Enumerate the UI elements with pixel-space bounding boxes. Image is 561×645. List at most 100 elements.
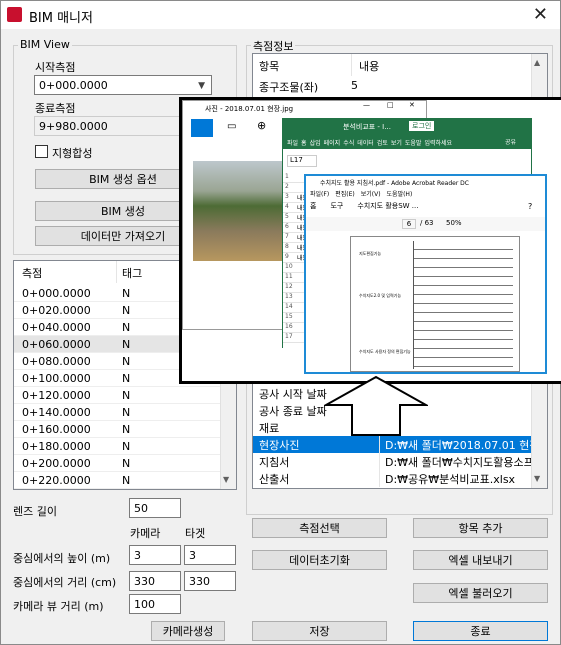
station-row[interactable]: 0+140.0000 N xyxy=(14,404,220,421)
pdf-group-1: 지도편집기능 xyxy=(359,251,382,256)
info-row[interactable]: 현장사진 D:₩새 폴더₩2018.07.01 현장.jpg xyxy=(253,436,547,453)
excel-menu-item[interactable]: 검토 xyxy=(377,138,388,147)
tag-cell: N xyxy=(122,287,131,300)
terrain-checkbox[interactable] xyxy=(35,145,48,158)
excel-row-number: 12 xyxy=(285,283,293,290)
excel-row-number: 6 xyxy=(285,223,289,230)
excel-menu-item[interactable]: 도움말 xyxy=(405,138,422,147)
pdf-tab[interactable]: 수치지도 활용SW ... xyxy=(357,201,418,215)
bim-view-label: BIM View xyxy=(18,38,72,51)
station-header[interactable]: 측점 xyxy=(22,265,42,281)
pdf-window: 수치지도 활용 지침서.pdf - Adobe Acrobat Reader D… xyxy=(304,174,547,374)
station-cell: 0+160.0000 xyxy=(22,423,91,436)
close-icon[interactable]: ✕ xyxy=(409,101,415,109)
lens-input[interactable]: 50 xyxy=(129,498,181,518)
title-bar: BIM 매니저 ✕ xyxy=(1,1,560,29)
pdf-page: 지도편집기능 수치지도2.0 및 입력기능 수치지도 사용자 정의 편집기능 xyxy=(350,236,520,372)
station-cell: 0+180.0000 xyxy=(22,440,91,453)
pdf-zoom[interactable]: 50% xyxy=(446,219,462,227)
excel-menu-item[interactable]: 페이지 xyxy=(324,138,341,147)
info-row[interactable]: 지침서 D:₩새 폴더₩수치지도활용소프트. xyxy=(253,453,547,470)
excel-menu-item[interactable]: 파일 xyxy=(287,138,298,147)
start-station-select[interactable]: 0+000.0000 ▼ xyxy=(34,75,212,95)
excel-name-box[interactable]: L17 xyxy=(287,155,317,167)
view-distance-input[interactable]: 100 xyxy=(129,594,181,614)
row-divider xyxy=(14,488,220,489)
info-item-cell: 산출서 xyxy=(259,472,290,486)
scroll-up-icon[interactable]: ▲ xyxy=(534,58,540,67)
station-row[interactable]: 0+200.0000 N xyxy=(14,455,220,472)
station-cell: 0+020.0000 xyxy=(22,304,91,317)
tag-cell: N xyxy=(122,440,131,453)
info-item-cell: 공사 종료 날짜 xyxy=(259,404,327,418)
excel-menu-item[interactable]: 보기 xyxy=(391,138,402,147)
height-camera-input[interactable]: 3 xyxy=(129,545,181,565)
info-row[interactable]: 산출서 D:₩공유₩분석비교표.xlsx xyxy=(253,470,531,487)
excel-row-number: 1 xyxy=(285,173,289,180)
info-value-cell: D:₩새 폴더₩수치지도활용소프트. xyxy=(385,455,548,469)
start-station-value: 0+000.0000 xyxy=(39,78,108,92)
excel-row-number: 7 xyxy=(285,233,289,240)
excel-row-number: 2 xyxy=(285,183,289,190)
station-cell: 0+140.0000 xyxy=(22,406,91,419)
header-divider xyxy=(116,261,117,283)
pdf-menu-item[interactable]: 도움말(H) xyxy=(387,189,413,200)
excel-row-number: 9 xyxy=(285,253,289,260)
add-item-button[interactable]: 항목 추가 xyxy=(413,518,548,538)
item-header[interactable]: 항목 xyxy=(259,58,279,74)
excel-import-button[interactable]: 엑셀 불러오기 xyxy=(413,583,548,603)
excel-share[interactable]: 공유 xyxy=(505,137,516,146)
zoom-icon[interactable]: ⊕ xyxy=(257,119,266,132)
excel-menu-item[interactable]: 수식 xyxy=(343,138,354,147)
excel-menu-item[interactable]: 삽입 xyxy=(310,138,321,147)
distance-target-input[interactable]: 330 xyxy=(184,571,236,591)
close-icon[interactable]: ✕ xyxy=(533,4,548,25)
distance-camera-input[interactable]: 330 xyxy=(129,571,181,591)
excel-menu-item[interactable]: 홈 xyxy=(301,138,307,147)
exit-button[interactable]: 종료 xyxy=(413,621,548,641)
pdf-tabs: 홈 도구 수치지도 활용SW ... xyxy=(310,201,520,215)
tag-cell: N xyxy=(122,406,131,419)
pdf-menu-item[interactable]: 보기(V) xyxy=(361,189,381,200)
station-row[interactable]: 0+220.0000 N xyxy=(14,472,220,489)
minimize-icon[interactable]: — xyxy=(363,101,370,109)
pdf-menu-item[interactable]: 파일(F) xyxy=(310,189,329,200)
pdf-group-2: 수치지도2.0 및 입력기능 xyxy=(359,293,402,298)
slideshow-icon[interactable]: ▭ xyxy=(227,121,236,132)
excel-menu-item[interactable]: 입력하세요 xyxy=(424,138,452,147)
station-row[interactable]: 0+180.0000 N xyxy=(14,438,220,455)
excel-login-button[interactable]: 로그인 xyxy=(409,121,435,131)
pdf-menu-item[interactable]: 편집(E) xyxy=(335,189,355,200)
pdf-page-input[interactable]: 6 xyxy=(402,219,416,229)
reset-data-button[interactable]: 데이터초기화 xyxy=(252,550,387,570)
tag-header[interactable]: 태그 xyxy=(122,265,142,281)
scroll-down-icon[interactable]: ▼ xyxy=(223,475,229,484)
scroll-down-icon[interactable]: ▼ xyxy=(534,474,540,483)
distance-label: 중심에서의 거리 (cm) xyxy=(13,576,117,589)
pdf-table-lines xyxy=(413,241,513,369)
pdf-tab[interactable]: 도구 xyxy=(330,201,343,215)
excel-row-number: 3 xyxy=(285,193,289,200)
camera-create-button[interactable]: 카메라생성 xyxy=(151,621,225,641)
image-icon[interactable] xyxy=(191,119,213,137)
tag-cell: N xyxy=(122,321,131,334)
info-item-cell: 공사 시작 날짜 xyxy=(259,387,327,401)
station-cell: 0+100.0000 xyxy=(22,372,91,385)
station-row[interactable]: 0+120.0000 N xyxy=(14,387,220,404)
excel-row-number: 11 xyxy=(285,273,293,280)
station-row[interactable]: 0+160.0000 N xyxy=(14,421,220,438)
excel-menu-item[interactable]: 데이터 xyxy=(357,138,374,147)
tag-cell: N xyxy=(122,372,131,385)
terrain-label: 지형합성 xyxy=(52,147,93,160)
excel-export-button[interactable]: 엑셀 내보내기 xyxy=(413,550,548,570)
station-select-button[interactable]: 측점선택 xyxy=(252,518,387,538)
save-button[interactable]: 저장 xyxy=(252,621,387,641)
pdf-tab[interactable]: 홈 xyxy=(310,201,316,215)
height-target-input[interactable]: 3 xyxy=(184,545,236,565)
tag-cell: N xyxy=(122,304,131,317)
tag-cell: N xyxy=(122,474,131,487)
pdf-help-icon[interactable]: ? xyxy=(528,202,532,211)
excel-row-number: 10 xyxy=(285,263,293,270)
content-header[interactable]: 내용 xyxy=(359,58,379,74)
maximize-icon[interactable]: □ xyxy=(387,101,394,109)
